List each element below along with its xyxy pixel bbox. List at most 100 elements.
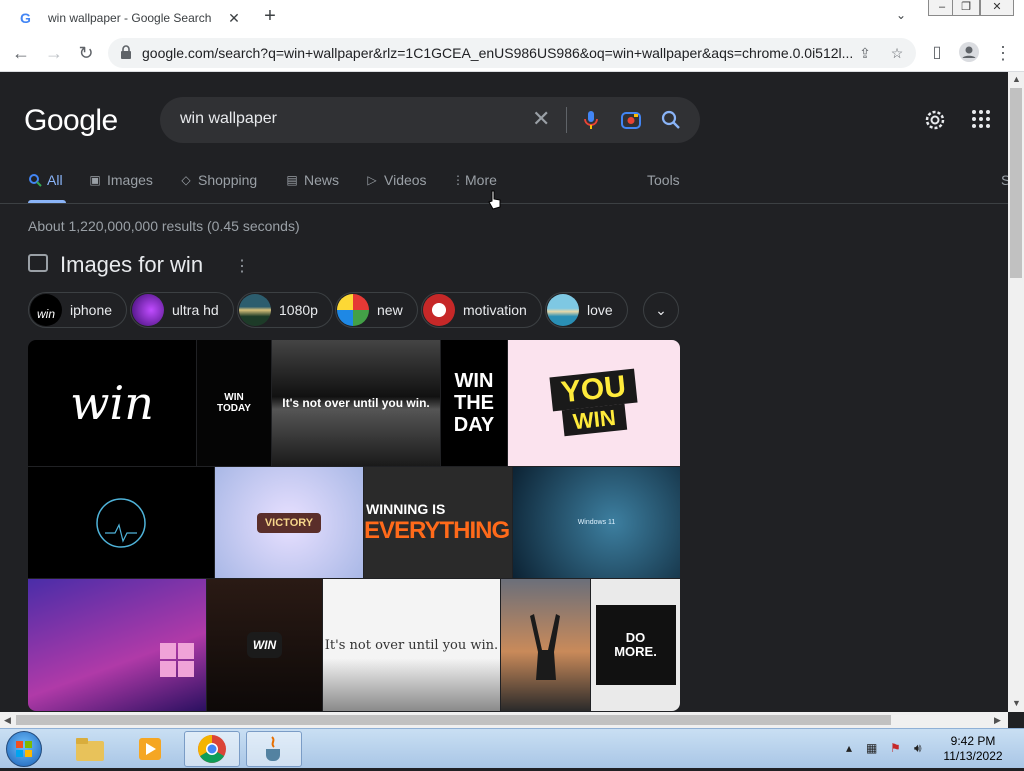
settings-gear-icon[interactable] (923, 108, 947, 132)
image-result[interactable]: WIN (207, 579, 322, 711)
google-logo[interactable]: Google (24, 104, 118, 138)
tab-title: win wallpaper - Google Search (48, 11, 212, 25)
tab-more[interactable]: ⋮ More (452, 172, 497, 188)
chip-thumb (132, 294, 164, 326)
image-result[interactable] (28, 467, 214, 578)
image-result[interactable] (501, 579, 590, 711)
scroll-right-arrow-icon[interactable]: ▶ (994, 715, 1001, 726)
start-button[interactable] (6, 731, 42, 767)
bookmark-star-icon[interactable]: ☆ (888, 44, 906, 62)
search-box[interactable]: win wallpaper ✕ (160, 97, 700, 143)
tray-expand-icon[interactable]: ▴ (846, 741, 852, 755)
image-result[interactable]: VICTORY (215, 467, 363, 578)
search-input[interactable]: win wallpaper (180, 110, 277, 128)
close-window-button[interactable]: ✕ (980, 0, 1014, 16)
windows-logo-icon (160, 643, 194, 677)
chip-thumb (547, 294, 579, 326)
image-result[interactable]: It's not over until you win. (272, 340, 440, 466)
active-tab-underline (28, 200, 66, 203)
side-panel-icon[interactable]: ▯ (926, 42, 948, 64)
image-result[interactable]: It's not over until you win. (323, 579, 500, 711)
clock-time: 9:42 PM (950, 734, 996, 748)
tab-close-icon[interactable]: ✕ (226, 10, 242, 26)
search-submit-icon[interactable] (660, 109, 682, 131)
chrome-icon (198, 735, 226, 763)
java-taskbar-button[interactable] (246, 731, 302, 767)
microphone-icon[interactable] (580, 109, 602, 131)
image-text: YOU (549, 368, 639, 412)
chip-ultra-hd[interactable]: ultra hd (130, 292, 234, 328)
image-text: WIN (246, 632, 283, 658)
image-text: VICTORY (256, 512, 322, 533)
share-icon[interactable]: ⇪ (856, 44, 874, 62)
do-more-sign: DO MORE. (595, 605, 676, 685)
new-tab-icon[interactable]: + (260, 6, 280, 26)
tab-images-label: Images (107, 172, 153, 188)
image-text: WIN TODAY (217, 392, 251, 414)
java-cup-icon (266, 736, 280, 761)
scroll-up-arrow-icon[interactable]: ▲ (1012, 74, 1021, 84)
chip-motivation[interactable]: motivation (421, 292, 542, 328)
chip-new[interactable]: new (335, 292, 418, 328)
horizontal-scrollbar[interactable]: ◀ ▶ (0, 712, 1008, 728)
address-bar[interactable]: google.com/search?q=win+wallpaper&rlz=1C… (108, 38, 916, 68)
lock-icon[interactable] (120, 45, 132, 59)
profile-avatar-icon[interactable] (958, 42, 980, 64)
explorer-taskbar-button[interactable] (62, 731, 118, 767)
back-icon[interactable]: ← (10, 42, 32, 64)
forward-icon[interactable]: → (43, 42, 65, 64)
kebab-icon: ⋮ (452, 173, 464, 187)
camera-lens-icon[interactable] (620, 109, 642, 131)
image-result[interactable]: WIN TODAY (197, 340, 271, 466)
vertical-scroll-thumb[interactable] (1010, 88, 1022, 278)
chip-thumb (239, 294, 271, 326)
image-text: EVERYTHING (364, 516, 510, 544)
image-result[interactable] (28, 579, 206, 711)
tab-all[interactable]: All (28, 172, 66, 203)
action-center-flag-icon[interactable]: ⚑ (890, 741, 901, 755)
image-result[interactable]: DO MORE. (591, 579, 680, 711)
tab-images[interactable]: ▣ Images (88, 172, 153, 188)
restore-button[interactable]: ❐ (952, 0, 980, 16)
chip-1080p[interactable]: 1080p (237, 292, 333, 328)
image-text: It's not over until you win. (324, 637, 499, 653)
chip-thumb (337, 294, 369, 326)
tab-news[interactable]: ▤ News (285, 172, 339, 188)
images-section-more-icon[interactable]: ⋮ (234, 256, 250, 276)
chip-label: 1080p (279, 302, 318, 318)
google-header: Google win wallpaper ✕ All ▣ Images ◇ Sh… (0, 72, 1010, 204)
taskbar-clock[interactable]: 9:42 PM 11/13/2022 (940, 734, 1006, 764)
tab-shopping[interactable]: ◇ Shopping (179, 172, 257, 188)
horizontal-scroll-thumb[interactable] (16, 715, 891, 725)
chrome-menu-icon[interactable]: ⋮ (992, 42, 1014, 64)
scroll-left-arrow-icon[interactable]: ◀ (4, 715, 11, 726)
image-result[interactable]: WIN THE DAY (441, 340, 507, 466)
scroll-down-arrow-icon[interactable]: ▼ (1012, 698, 1021, 708)
volume-icon[interactable]: 🔊︎ (914, 741, 922, 756)
image-result[interactable]: Windows 11 (513, 467, 680, 578)
reload-icon[interactable]: ↻ (75, 42, 97, 64)
clear-search-icon[interactable]: ✕ (532, 108, 550, 130)
url-text[interactable]: google.com/search?q=win+wallpaper&rlz=1C… (142, 45, 854, 61)
browser-tab[interactable]: G win wallpaper - Google Search ✕ (8, 2, 248, 34)
tab-videos[interactable]: ▷ Videos (365, 172, 426, 188)
tab-search-chevron-icon[interactable]: ⌄ (896, 8, 906, 22)
vertical-scrollbar[interactable]: ▲ ▼ (1008, 72, 1024, 712)
network-icon[interactable]: ▦ (866, 741, 877, 755)
image-text: WIN THE DAY (453, 370, 495, 436)
image-text: MORE. (614, 644, 657, 659)
image-icon: ▣ (89, 173, 101, 187)
hand-cursor-icon (488, 190, 502, 210)
image-result[interactable]: win (28, 340, 196, 466)
chip-iphone[interactable]: win iphone (28, 292, 128, 328)
chips-expand-chevron-icon[interactable]: ⌄ (643, 292, 679, 328)
chrome-taskbar-button[interactable] (184, 731, 240, 767)
images-section-title[interactable]: Images for win (60, 252, 203, 278)
image-result[interactable]: WINNING IS EVERYTHING (364, 467, 512, 578)
chip-love[interactable]: love (545, 292, 628, 328)
image-result[interactable]: YOU WIN (508, 340, 680, 466)
apps-grid-icon[interactable] (970, 108, 994, 132)
tools-button[interactable]: Tools (647, 172, 680, 188)
media-player-taskbar-button[interactable] (122, 731, 178, 767)
windows-flag-icon (16, 741, 32, 757)
